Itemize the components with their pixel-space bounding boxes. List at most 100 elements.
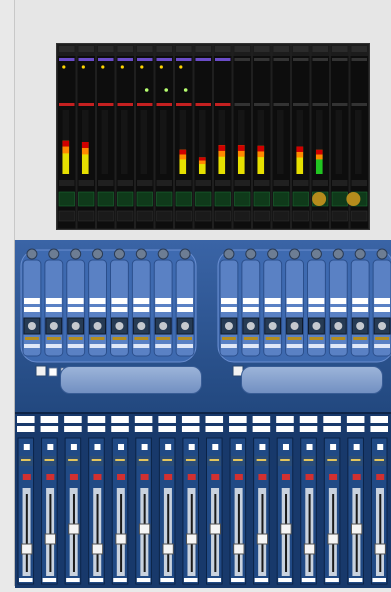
mute-button[interactable]: [352, 474, 361, 480]
strip-bottom-button[interactable]: [372, 578, 386, 582]
strip-encoder-knob[interactable]: [181, 322, 190, 330]
strip-top-button[interactable]: [155, 298, 172, 304]
fader-cap[interactable]: [115, 533, 127, 545]
strip-button[interactable]: [205, 416, 224, 423]
strip-bottom-button[interactable]: [254, 578, 269, 582]
strip-knob[interactable]: [48, 248, 60, 260]
fader-cap[interactable]: [280, 523, 292, 535]
mute-button[interactable]: [187, 474, 196, 480]
strip-bottom-button[interactable]: [301, 578, 316, 582]
strip-top-button[interactable]: [286, 307, 303, 312]
strip-button[interactable]: [87, 416, 106, 423]
strip-bottom-button[interactable]: [207, 578, 222, 582]
strip-encoder-knob[interactable]: [334, 322, 343, 330]
select-button[interactable]: [165, 444, 172, 450]
select-button[interactable]: [188, 444, 195, 450]
strip-top-button[interactable]: [111, 298, 128, 304]
strip-small-button[interactable]: [111, 344, 128, 348]
strip-knob[interactable]: [135, 248, 147, 260]
bank-select-button[interactable]: [48, 367, 58, 377]
strip-button[interactable]: [299, 416, 318, 423]
strip-button[interactable]: [205, 426, 224, 432]
select-button[interactable]: [141, 444, 148, 450]
strip-encoder-knob[interactable]: [356, 322, 365, 330]
select-button[interactable]: [377, 444, 384, 450]
strip-small-button[interactable]: [374, 344, 390, 348]
select-button[interactable]: [94, 444, 101, 450]
strip-button[interactable]: [134, 416, 153, 423]
strip-bottom-button[interactable]: [42, 578, 57, 582]
strip-button[interactable]: [181, 426, 200, 432]
strip-top-button[interactable]: [24, 298, 40, 304]
strip-top-button[interactable]: [45, 298, 62, 304]
strip-button[interactable]: [323, 416, 341, 423]
strip-button[interactable]: [276, 416, 294, 423]
strip-small-button[interactable]: [221, 344, 237, 348]
strip-bottom-button[interactable]: [66, 578, 80, 582]
strip-top-button[interactable]: [374, 298, 390, 304]
strip-knob[interactable]: [354, 248, 366, 260]
strip-button[interactable]: [346, 426, 365, 432]
strip-button[interactable]: [134, 426, 153, 432]
strip-knob[interactable]: [332, 248, 344, 260]
strip-button[interactable]: [252, 426, 271, 432]
strip-button[interactable]: [229, 426, 247, 432]
strip-small-button[interactable]: [24, 344, 40, 348]
strip-top-button[interactable]: [264, 298, 281, 304]
strip-top-button[interactable]: [308, 307, 325, 312]
strip-encoder-knob[interactable]: [49, 322, 58, 330]
strip-top-button[interactable]: [352, 298, 369, 304]
strip-small-button[interactable]: [264, 344, 281, 348]
strip-button[interactable]: [64, 426, 82, 432]
strip-top-button[interactable]: [133, 298, 150, 304]
strip-knob[interactable]: [157, 248, 169, 260]
strip-bottom-button[interactable]: [19, 578, 33, 582]
mute-button[interactable]: [93, 474, 102, 480]
mute-button[interactable]: [117, 474, 126, 480]
strip-encoder-knob[interactable]: [268, 322, 277, 330]
mute-button[interactable]: [22, 474, 31, 480]
strip-small-button[interactable]: [286, 344, 303, 348]
strip-knob[interactable]: [223, 248, 235, 260]
select-button[interactable]: [306, 444, 313, 450]
strip-top-button[interactable]: [89, 298, 106, 304]
strip-top-button[interactable]: [264, 307, 281, 312]
strip-button[interactable]: [370, 416, 388, 423]
strip-top-button[interactable]: [242, 298, 259, 304]
strip-top-button[interactable]: [242, 307, 259, 312]
strip-encoder-knob[interactable]: [378, 322, 387, 330]
select-button[interactable]: [330, 444, 337, 450]
fader-cap[interactable]: [233, 543, 245, 555]
strip-knob[interactable]: [92, 248, 104, 260]
strip-button[interactable]: [323, 426, 341, 432]
strip-encoder-knob[interactable]: [71, 322, 80, 330]
fader-cap[interactable]: [303, 543, 316, 555]
strip-button[interactable]: [252, 416, 271, 423]
select-button[interactable]: [212, 444, 219, 450]
strip-knob[interactable]: [113, 248, 125, 260]
mute-button[interactable]: [164, 474, 173, 480]
strip-button[interactable]: [299, 426, 318, 432]
strip-encoder-knob[interactable]: [246, 322, 255, 330]
fader-cap[interactable]: [256, 533, 269, 545]
strip-bottom-button[interactable]: [183, 578, 198, 582]
strip-knob[interactable]: [245, 248, 257, 260]
fader-cap[interactable]: [374, 543, 386, 555]
strip-encoder-knob[interactable]: [115, 322, 124, 330]
strip-bottom-button[interactable]: [325, 578, 339, 582]
strip-top-button[interactable]: [89, 307, 106, 312]
strip-top-button[interactable]: [286, 298, 303, 304]
mute-button[interactable]: [281, 474, 290, 480]
strip-bottom-button[interactable]: [278, 578, 292, 582]
strip-top-button[interactable]: [221, 298, 237, 304]
fader-cap[interactable]: [162, 543, 174, 555]
strip-button[interactable]: [158, 416, 176, 423]
select-button[interactable]: [259, 444, 266, 450]
strip-top-button[interactable]: [133, 307, 150, 312]
strip-small-button[interactable]: [308, 344, 325, 348]
strip-button[interactable]: [229, 416, 247, 423]
strip-encoder-knob[interactable]: [312, 322, 321, 330]
strip-knob[interactable]: [267, 248, 279, 260]
strip-top-button[interactable]: [111, 307, 128, 312]
select-button[interactable]: [47, 444, 54, 450]
